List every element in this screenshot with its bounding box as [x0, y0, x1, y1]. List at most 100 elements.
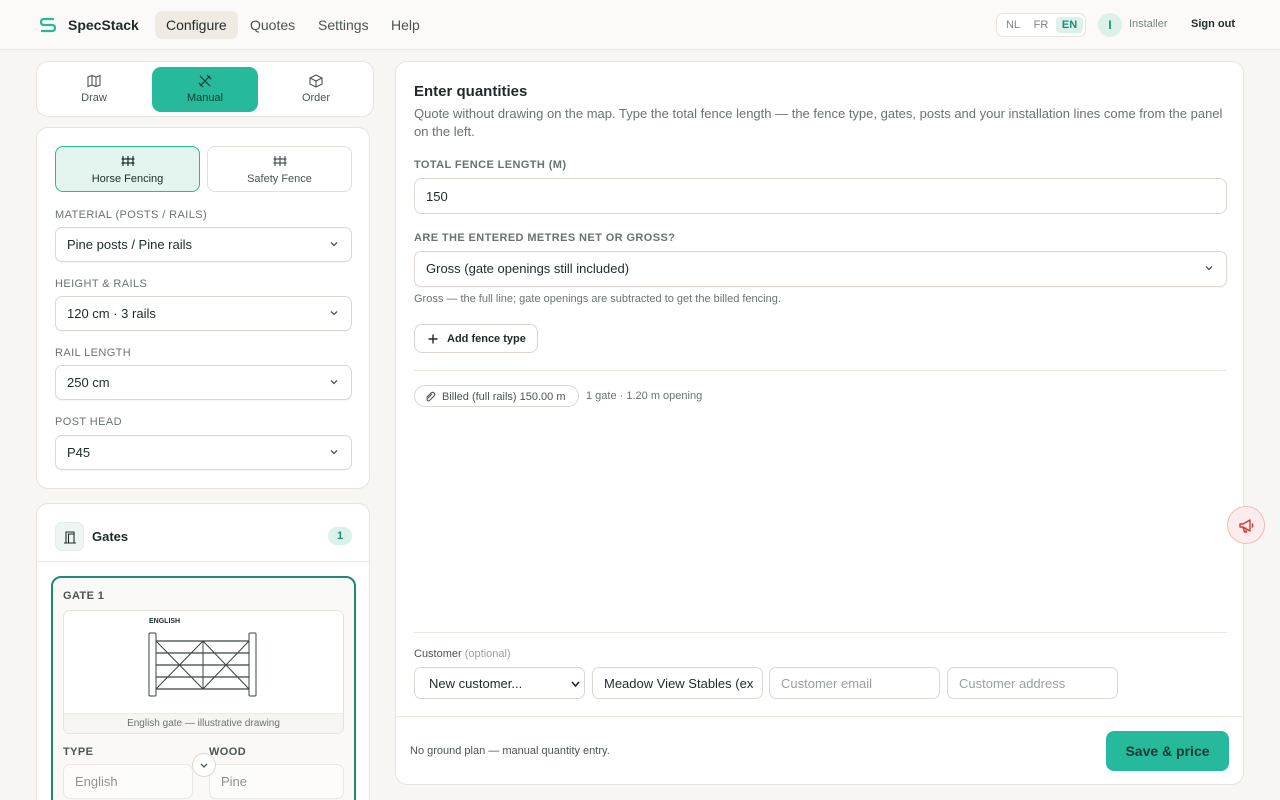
gate-wood-label: Wood — [209, 746, 247, 758]
save-price-button[interactable]: Save & price — [1106, 731, 1229, 771]
lang-nl[interactable]: NL — [1001, 17, 1025, 33]
gate-type-select[interactable]: English — [63, 764, 193, 799]
lang-en[interactable]: EN — [1056, 17, 1083, 33]
customer-select[interactable]: New customer... — [414, 667, 585, 699]
height-value: 120 cm · 3 rails — [67, 306, 156, 321]
customer-optional: (optional) — [464, 648, 511, 660]
height-label: Height & rails — [55, 278, 148, 290]
nav-configure[interactable]: Configure — [155, 11, 238, 39]
post-head-value: P45 — [67, 445, 91, 460]
chevron-down-icon — [330, 311, 338, 316]
chevron-down-icon — [571, 681, 580, 688]
config-panel: Horse Fencing Safety Fence Material (pos… — [36, 127, 370, 489]
fence-type-horse[interactable]: Horse Fencing — [55, 146, 200, 192]
total-length-value: 150 — [426, 189, 448, 204]
netgross-label: Are the entered metres net or gross? — [414, 232, 676, 244]
netgross-select[interactable]: Gross (gate openings still included) — [414, 251, 1227, 287]
page-title: Enter quantities — [414, 83, 528, 100]
gate-drawing-label: ENGLISH — [149, 618, 181, 625]
specstack-logo-icon — [39, 17, 57, 33]
mode-draw-label: Draw — [81, 92, 107, 104]
rail-length-label: Rail length — [55, 347, 132, 359]
feedback-button[interactable] — [1227, 506, 1265, 544]
netgross-value: Gross (gate openings still included) — [426, 261, 630, 276]
customer-name-value: Meadow View Stables (ex — [604, 676, 754, 691]
gate-drawing-caption: English gate — illustrative drawing — [64, 713, 343, 733]
lang-fr[interactable]: FR — [1029, 17, 1053, 33]
gates-count-badge: 1 — [328, 527, 352, 545]
gate-wood-value: Pine — [221, 774, 248, 789]
sign-out-link[interactable]: Sign out — [1191, 18, 1235, 30]
mode-tab-order[interactable]: Order — [263, 67, 369, 112]
fence-icon — [273, 156, 287, 166]
divider — [396, 716, 1243, 717]
language-switcher: NL FR EN — [996, 13, 1086, 37]
mode-manual-label: Manual — [186, 92, 224, 104]
customer-address-input[interactable]: Customer address — [947, 667, 1118, 699]
mode-tabs: Draw Manual Order — [36, 61, 374, 117]
map-icon — [87, 74, 101, 88]
billed-value: Billed (full rails) 150.00 m — [442, 391, 566, 403]
customer-email-placeholder: Customer email — [781, 676, 873, 691]
rail-length-value: 250 cm — [67, 375, 110, 390]
customer-label: Customer (optional) — [414, 648, 511, 660]
gate-icon — [64, 531, 76, 544]
scroll-down-button[interactable] — [192, 753, 216, 777]
add-fence-type-button[interactable]: Add fence type — [414, 324, 538, 353]
gates-title: Gates — [92, 529, 129, 544]
fence-type-safety[interactable]: Safety Fence — [207, 146, 352, 192]
chevron-down-icon — [330, 242, 338, 247]
chevron-down-icon — [330, 450, 338, 455]
gate-type-value: English — [75, 774, 118, 789]
length-label: Total fence length (m) — [414, 159, 567, 171]
page-description: Quote without drawing on the map. Type t… — [414, 106, 1223, 139]
gate-wood-select[interactable]: Pine — [209, 764, 344, 799]
english-gate-drawing — [148, 632, 257, 697]
fence-type-horse-label: Horse Fencing — [91, 173, 164, 185]
billed-chip: Billed (full rails) 150.00 m — [414, 385, 579, 407]
fence-type-safety-label: Safety Fence — [247, 173, 312, 185]
brand-name: SpecStack — [68, 17, 139, 33]
pencil-ruler-icon — [198, 74, 212, 88]
top-bar: SpecStack Configure Quotes Settings Help… — [0, 0, 1280, 50]
netgross-hint: Gross — the full line; gate openings are… — [414, 293, 781, 305]
divider — [414, 632, 1227, 633]
height-select[interactable]: 120 cm · 3 rails — [55, 296, 352, 331]
divider — [37, 561, 369, 562]
gate-drawing-box: ENGLISH English gate — illustrative draw… — [63, 610, 344, 734]
gate-summary: 1 gate · 1.20 m opening — [586, 390, 703, 402]
post-head-label: Post head — [55, 416, 122, 428]
gate-type-label: Type — [63, 746, 94, 758]
mode-tab-draw[interactable]: Draw — [41, 67, 147, 112]
customer-email-input[interactable]: Customer email — [769, 667, 940, 699]
divider — [414, 370, 1227, 371]
material-select[interactable]: Pine posts / Pine rails — [55, 227, 352, 262]
paperclip-icon — [426, 391, 436, 402]
user-role: Installer — [1129, 18, 1168, 30]
material-label: Material (posts / rails) — [55, 209, 208, 221]
avatar[interactable]: I — [1098, 13, 1122, 37]
chevron-down-icon — [330, 380, 338, 385]
customer-name-input[interactable]: Meadow View Stables (ex — [592, 667, 763, 699]
fence-icon — [121, 156, 135, 166]
add-fence-type-label: Add fence type — [447, 333, 526, 345]
nav-help[interactable]: Help — [380, 11, 431, 39]
chevron-down-icon — [200, 763, 208, 768]
post-head-select[interactable]: P45 — [55, 435, 352, 470]
gate-title: Gate 1 — [63, 590, 105, 602]
chevron-down-icon — [1205, 266, 1213, 271]
total-length-input[interactable]: 150 — [414, 178, 1227, 214]
rail-length-select[interactable]: 250 cm — [55, 365, 352, 400]
main-panel: Enter quantities Quote without drawing o… — [395, 61, 1244, 785]
nav-settings[interactable]: Settings — [307, 11, 380, 39]
box-icon — [309, 74, 323, 88]
mode-order-label: Order — [301, 92, 331, 104]
mode-tab-manual[interactable]: Manual — [152, 67, 258, 112]
gate-icon-box — [55, 522, 84, 551]
customer-address-placeholder: Customer address — [959, 676, 1066, 691]
megaphone-icon — [1239, 519, 1254, 533]
customer-label-text: Customer — [414, 648, 462, 660]
customer-select-value: New customer... — [429, 676, 523, 691]
footer-note: No ground plan — manual quantity entry. — [410, 745, 610, 757]
nav-quotes[interactable]: Quotes — [239, 11, 306, 39]
